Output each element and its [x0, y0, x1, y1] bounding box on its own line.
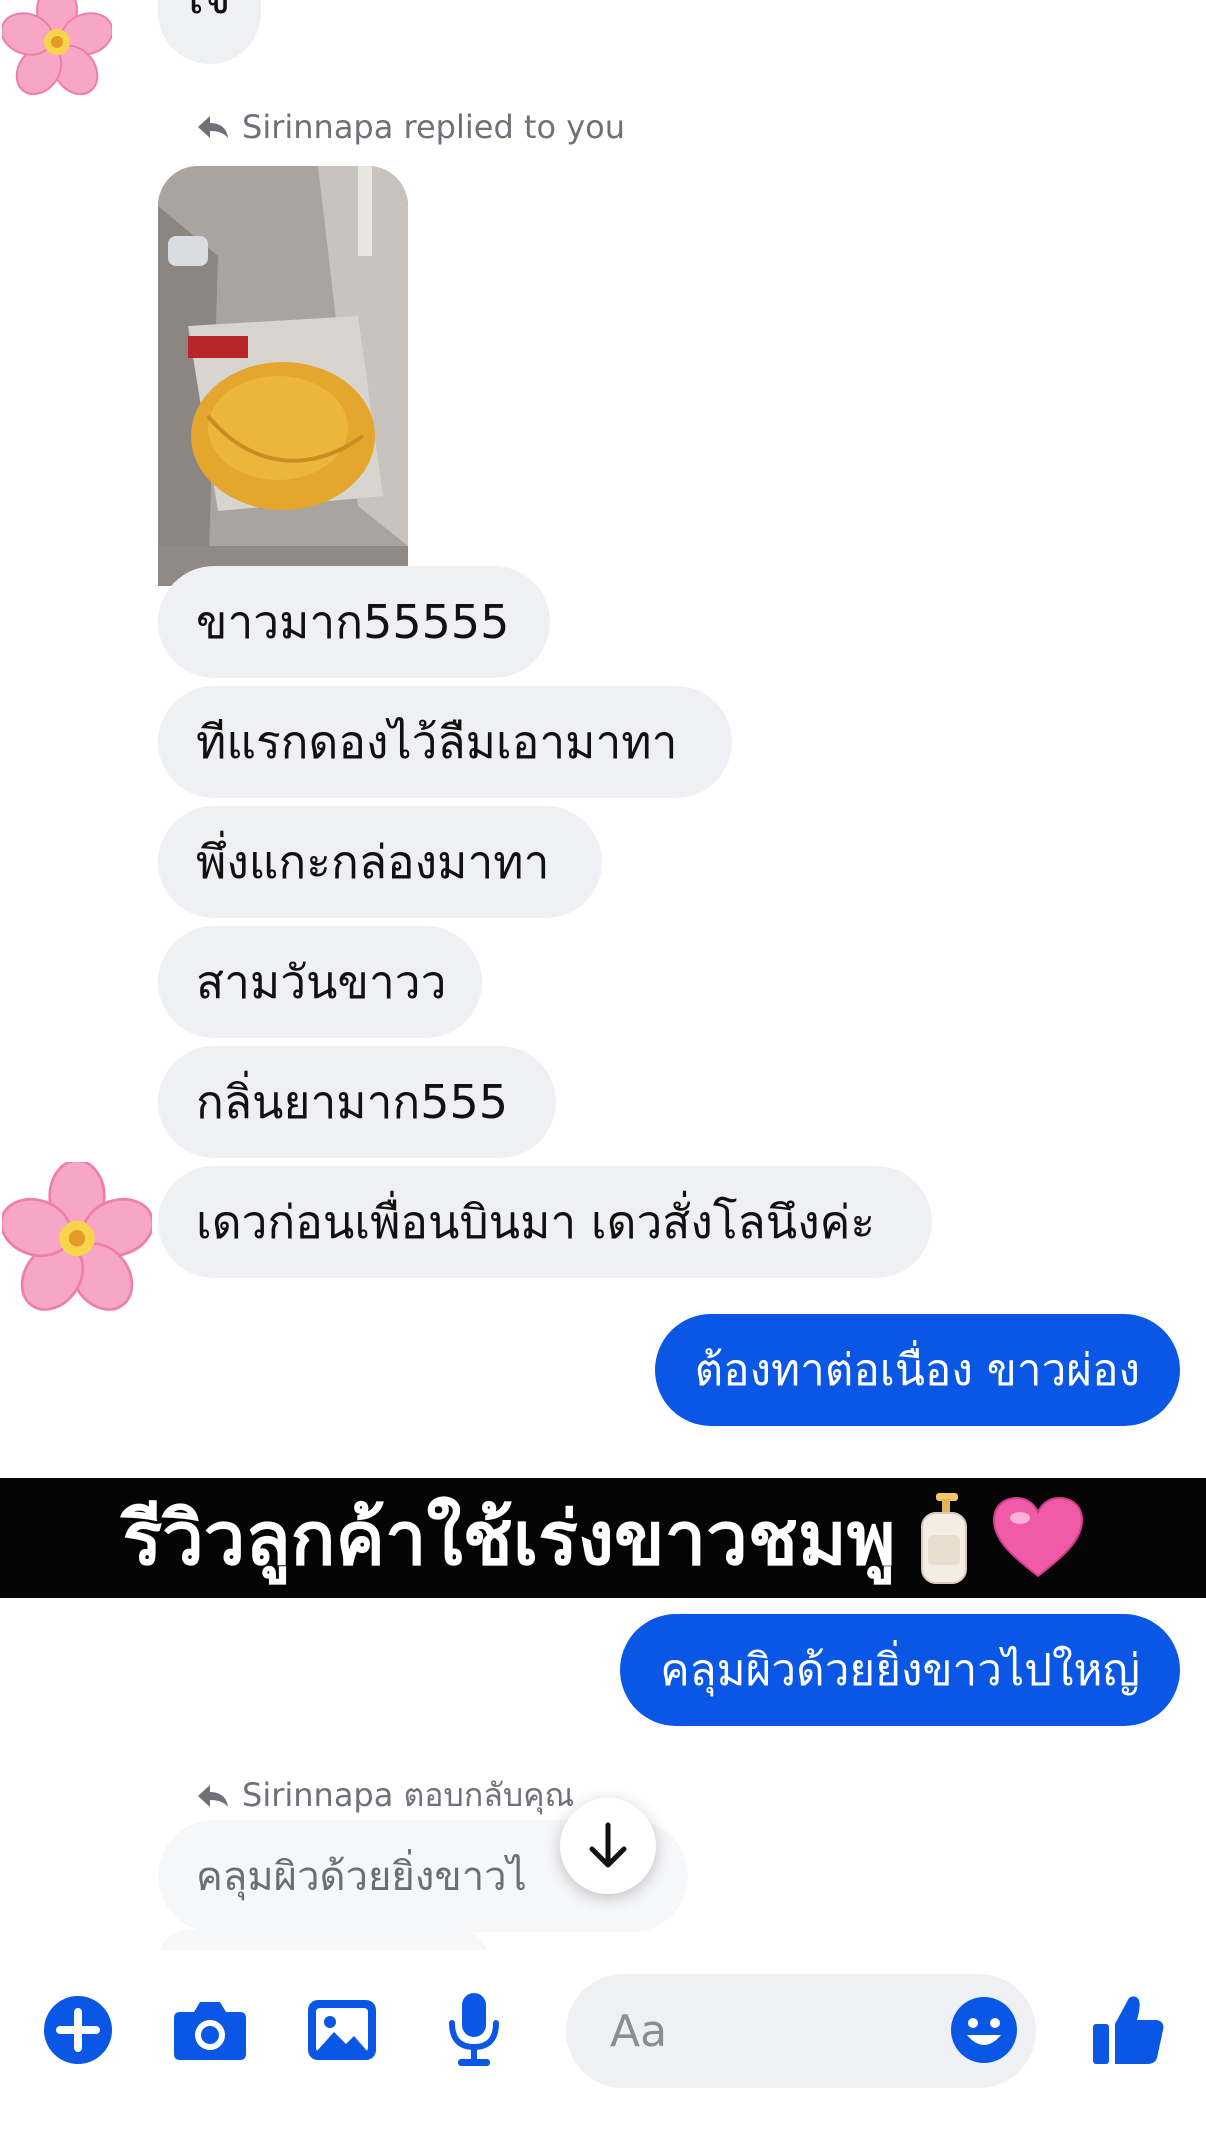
message-text: ทีแรกดองไว้ลืมเอามาทา: [196, 714, 678, 769]
quoted-reply-text: คลุมผิวด้วยยิ่งขาวไ: [196, 1854, 527, 1900]
message-partial-top[interactable]: เจ: [158, 0, 261, 64]
scroll-to-bottom-button[interactable]: [560, 1798, 656, 1894]
reply-arrow-icon: [198, 116, 228, 138]
composer-bar: Aa: [0, 1950, 1206, 2144]
reply-indicator: Sirinnapa ตอบกลับคุณ: [196, 1770, 574, 1821]
microphone-button[interactable]: [434, 1990, 514, 2070]
reply-label-text: Sirinnapa ตอบกลับคุณ: [242, 1776, 575, 1814]
message-bubble-incoming[interactable]: กลิ่นยามาก555: [158, 1046, 556, 1158]
lotion-bottle-icon: [920, 1493, 967, 1584]
gallery-button[interactable]: [302, 1990, 382, 2070]
message-bubble-incoming[interactable]: เดวก่อนเพื่อนบินมา เดวสั่งโลนึงค่ะ: [158, 1166, 932, 1278]
message-text: สามวันขาวว: [196, 954, 447, 1009]
message-bubble-incoming[interactable]: ทีแรกดองไว้ลืมเอามาทา: [158, 686, 732, 798]
reply-label-text: Sirinnapa replied to you: [242, 108, 626, 146]
message-text: กลิ่นยามาก555: [196, 1074, 509, 1129]
message-bubble-incoming[interactable]: ขาวมาก55555: [158, 566, 550, 678]
overlay-banner: รีวิวลูกค้าใช้เร่งขาวชมพู: [0, 1478, 1206, 1598]
message-text: เจ: [188, 0, 231, 34]
message-text: คลุมผิวด้วยยิ่งขาวไปใหญ่: [660, 1645, 1140, 1696]
camera-button[interactable]: [170, 1990, 250, 2070]
plus-icon: [44, 1996, 112, 2064]
message-bubble-outgoing[interactable]: ต้องทาต่อเนื่อง ขาวผ่อง: [654, 1314, 1180, 1426]
message-text: ขาวมาก55555: [196, 594, 510, 649]
arrow-down-icon: [589, 1822, 627, 1868]
message-text: ต้องทาต่อเนื่อง ขาวผ่อง: [694, 1345, 1140, 1396]
emoji-icon: [951, 1997, 1017, 2063]
message-text: พึ่งแกะกล่องมาทา: [196, 834, 550, 889]
pink-heart-icon: [992, 1496, 1083, 1578]
banner-text: รีวิวลูกค้าใช้เร่งขาวชมพู: [122, 1496, 896, 1582]
sender-avatar-flower: [0, 0, 114, 96]
emoji-button[interactable]: [944, 1990, 1024, 2070]
like-button[interactable]: [1088, 1990, 1168, 2070]
microphone-icon: [449, 1993, 499, 2066]
message-bubble-incoming[interactable]: พึ่งแกะกล่องมาทา: [158, 806, 602, 918]
reply-arrow-icon: [198, 1784, 228, 1807]
photo-message[interactable]: [158, 166, 408, 586]
message-bubble-outgoing[interactable]: คลุมผิวด้วยยิ่งขาวไปใหญ่: [620, 1614, 1180, 1726]
sender-avatar-flower: [0, 1159, 155, 1312]
message-text: เดวก่อนเพื่อนบินมา เดวสั่งโลนึงค่ะ: [196, 1194, 876, 1249]
image-icon: [308, 2000, 376, 2060]
message-input-placeholder: Aa: [610, 2005, 668, 2057]
message-bubble-incoming[interactable]: สามวันขาวว: [158, 926, 482, 1038]
plus-button[interactable]: [38, 1990, 118, 2070]
product-box-photo: [158, 166, 408, 586]
reply-indicator: Sirinnapa replied to you: [196, 108, 625, 146]
camera-icon: [174, 2002, 246, 2060]
thumbs-up-icon: [1093, 1996, 1164, 2064]
